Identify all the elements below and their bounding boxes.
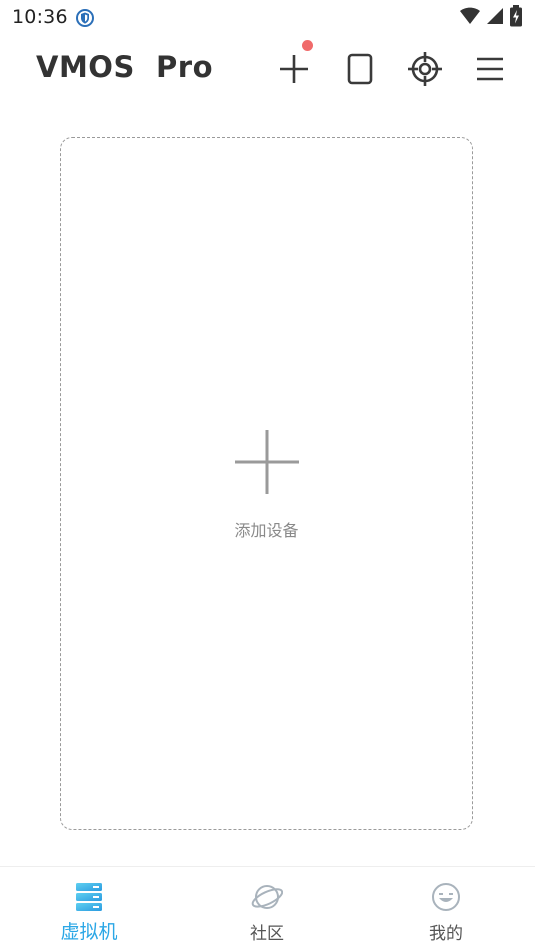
add-device-card[interactable]: 添加设备	[60, 137, 473, 830]
notification-badge	[302, 40, 313, 51]
nav-label-me: 我的	[429, 924, 463, 944]
nav-label-vm: 虚拟机	[60, 921, 118, 943]
nav-item-me[interactable]: 我的	[357, 867, 535, 952]
status-time: 10:36	[12, 6, 68, 28]
signal-icon	[485, 6, 505, 30]
menu-button[interactable]	[468, 47, 512, 91]
bottom-nav: 虚拟机 社区 我的	[0, 866, 535, 951]
battery-charging-icon	[509, 5, 523, 31]
status-bar: 10:36	[0, 0, 535, 36]
device-button[interactable]	[338, 47, 382, 91]
nav-label-community: 社区	[250, 924, 284, 944]
nav-item-community[interactable]: 社区	[178, 867, 356, 952]
status-icons	[459, 5, 523, 31]
planet-icon	[251, 881, 284, 913]
app-header: VMOS Pro	[0, 36, 535, 102]
add-device-label: 添加设备	[234, 521, 299, 540]
phone-outline-icon	[347, 53, 373, 85]
smiley-face-icon	[430, 881, 462, 913]
nav-item-vm[interactable]: 虚拟机	[0, 867, 178, 952]
add-button[interactable]	[272, 40, 316, 91]
app-title: VMOS Pro	[36, 50, 214, 84]
hamburger-menu-icon	[475, 56, 505, 82]
server-stack-icon	[73, 881, 105, 913]
plus-icon	[234, 429, 300, 495]
locate-button[interactable]	[403, 47, 447, 91]
wifi-icon	[459, 6, 481, 30]
plus-icon	[278, 53, 310, 85]
target-icon	[407, 51, 443, 87]
shield-notification-icon	[75, 8, 95, 28]
